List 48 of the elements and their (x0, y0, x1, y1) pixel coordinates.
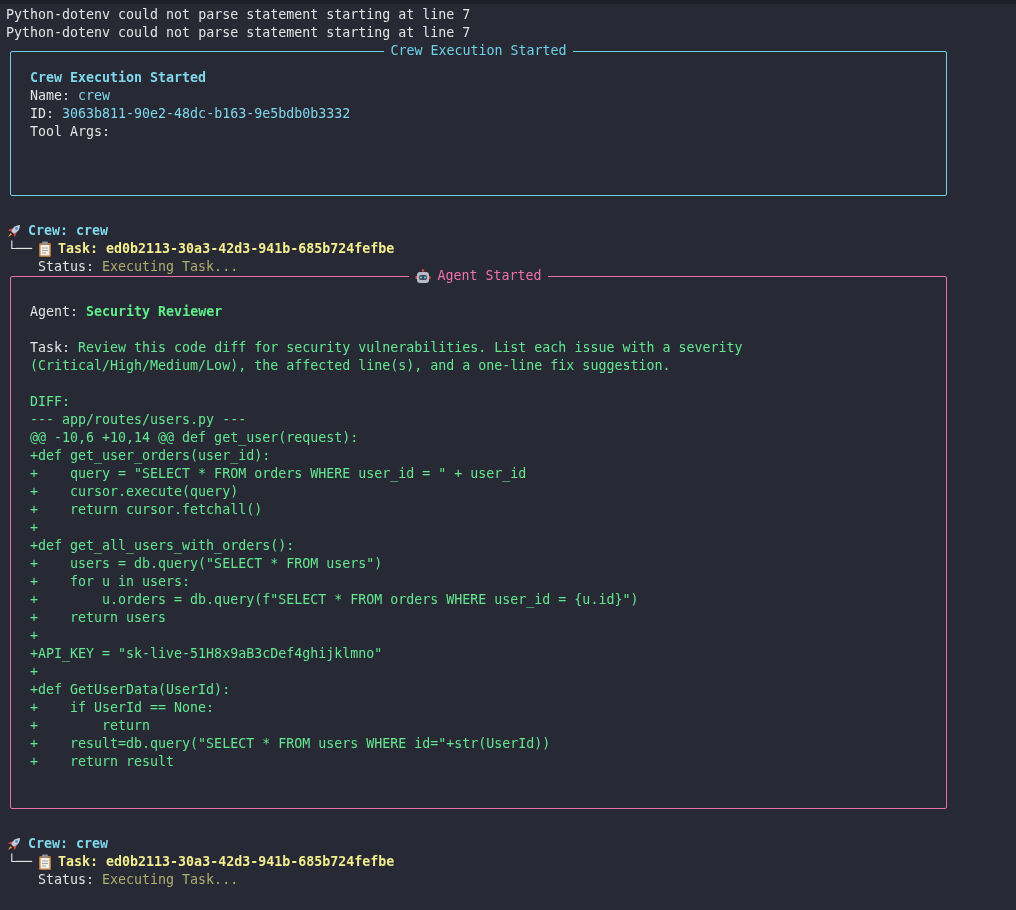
log-line: Python-dotenv could not parse statement starting at line 7 (6, 6, 472, 24)
code-line: + return cursor.fetchall() (30, 501, 264, 519)
code-line: + return result (30, 753, 176, 771)
code-line: DIFF: (30, 393, 72, 411)
code-line: + (30, 627, 39, 645)
field-label: Name: (30, 87, 71, 105)
code-line: + (30, 663, 39, 681)
crew-label: Crew: crew (28, 835, 109, 853)
code-line: + cursor.execute(query) (30, 483, 240, 501)
code-line: + for u in users: (30, 573, 192, 591)
status-label: Status: (38, 258, 95, 276)
rocket-icon (6, 223, 22, 239)
code-line: @@ -10,6 +10,14 @@ def get_user(request): (30, 429, 360, 447)
code-line: + u.orders = db.query(f"SELECT * FROM orders WHERE user_id = {u.id}") (30, 591, 640, 609)
tree-branch: └── (8, 853, 33, 871)
rocket-icon (6, 836, 22, 852)
code-line: + return users (30, 609, 168, 627)
status-value: Executing Task... (102, 258, 239, 276)
task-label: Task: ed0b2113-30a3-42d3-941b-685b724fefbe (58, 853, 395, 871)
agent-line: Agent: Security Reviewer (30, 303, 224, 321)
status-value: Executing Task... (102, 871, 239, 889)
task-description: Task: Review this code diff for security vulnerabilities. List each issue with a severity (Critical/High/Medium/Low), the affected line(s), and a one-line fix suggestion. (30, 339, 744, 375)
status-label: Status: (38, 871, 95, 889)
code-line: + return (30, 717, 152, 735)
clipboard-icon (38, 241, 53, 257)
code-line: +def get_user_orders(user_id): (30, 447, 272, 465)
panel-title: Crew Execution Started (389, 42, 568, 60)
robot-icon (415, 268, 432, 284)
field-value: crew (78, 87, 111, 105)
code-line: +def get_all_users_with_orders(): (30, 537, 296, 555)
code-line: + result=db.query("SELECT * FROM users WHERE id="+str(UserId)) (30, 735, 552, 753)
code-line: + users = db.query("SELECT * FROM users") (30, 555, 384, 573)
log-line: Python-dotenv could not parse statement starting at line 7 (6, 24, 472, 42)
field-value: 3063b811-90e2-48dc-b163-9e5bdb0b3332 (62, 105, 351, 123)
task-label: Task: ed0b2113-30a3-42d3-941b-685b724fefbe (58, 240, 395, 258)
crew-label: Crew: crew (28, 222, 109, 240)
code-line: + (30, 519, 39, 537)
tree-branch: └── (8, 240, 33, 258)
code-line: --- app/routes/users.py --- (30, 411, 248, 429)
code-line: +API_KEY = "sk-live-51H8x9aB3cDef4ghijklmno" (30, 645, 384, 663)
clipboard-icon (38, 854, 53, 870)
panel-title: Agent Started (409, 267, 548, 285)
panel-heading: Crew Execution Started (30, 69, 208, 87)
code-line: +def GetUserData(UserId): (30, 681, 232, 699)
field-label: ID: (30, 105, 55, 123)
code-line: + query = "SELECT * FROM orders WHERE user_id = " + user_id (30, 465, 528, 483)
code-line: + if UserId == None: (30, 699, 216, 717)
field-label: Tool Args: (30, 123, 111, 141)
